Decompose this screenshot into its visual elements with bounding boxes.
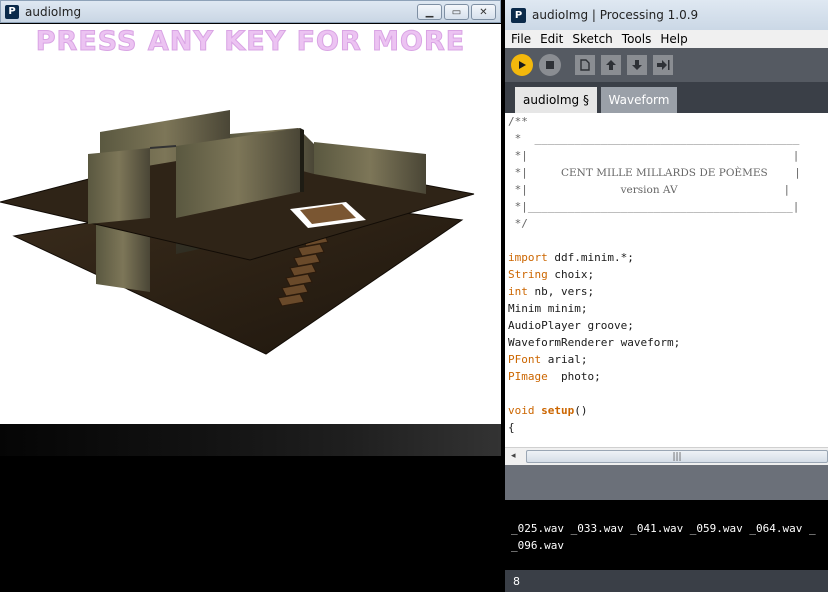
close-icon: ✕ (479, 6, 488, 18)
code-line: /** (508, 115, 528, 128)
new-file-icon (580, 59, 590, 71)
open-icon (606, 60, 616, 70)
code-line: import ddf.minim.*; (508, 251, 634, 268)
keyword-pfont: PFont (508, 353, 542, 366)
processing-app-icon: P (5, 4, 19, 19)
code-token: choix; (547, 268, 595, 281)
code-line: PFont arial; (508, 353, 587, 370)
upper-wall-edge (300, 128, 304, 192)
menu-tools[interactable]: Tools (622, 32, 652, 46)
sketch-window: P audioImg ▁ ▭ ✕ PRESS ANY KEY FOR MORE (0, 0, 501, 592)
minimize-button[interactable]: ▁ (417, 4, 442, 20)
code-line: *| CENT MILLE MILLARDS DE POÈMES | (508, 166, 801, 183)
console-line: _025.wav _033.wav _041.wav _059.wav _064… (511, 522, 816, 535)
close-button[interactable]: ✕ (471, 4, 496, 20)
processing-app-icon: P (511, 7, 526, 23)
upper-wall-left-front (88, 148, 150, 224)
3d-house-scene (0, 110, 475, 355)
sketch-canvas[interactable]: PRESS ANY KEY FOR MORE (0, 24, 501, 424)
ide-titlebar[interactable]: P audioImg | Processing 1.0.9 (505, 0, 828, 30)
ide-toolbar (505, 48, 828, 82)
run-button[interactable] (511, 54, 533, 76)
ide-window-title: audioImg | Processing 1.0.9 (532, 8, 699, 22)
line-number: 8 (513, 574, 520, 588)
code-token: photo; (547, 370, 601, 383)
horizontal-scrollbar[interactable]: ◂ ||| (505, 447, 828, 465)
code-line: PImage photo; (508, 370, 601, 387)
code-token: () (574, 404, 588, 417)
console-line: _096.wav (511, 539, 564, 552)
code-line: * ______________________________________… (508, 132, 800, 145)
tab-audioimg[interactable]: audioImg § (515, 87, 597, 113)
console-output[interactable]: _025.wav _033.wav _041.wav _059.wav _064… (505, 500, 828, 570)
code-line: void setup() (508, 404, 588, 421)
code-token: | (767, 166, 801, 179)
sketch-black-area (0, 456, 501, 592)
keyword-int: int (508, 285, 528, 298)
status-bar (505, 465, 828, 500)
code-line: { (508, 421, 515, 434)
scroll-grip-icon: ||| (672, 451, 682, 462)
code-line: *| | (508, 149, 800, 162)
keyword-import: import (508, 251, 548, 264)
menu-edit[interactable]: Edit (540, 32, 563, 46)
keyword-string: String (508, 268, 548, 281)
code-token: nb, vers; (527, 285, 595, 298)
play-icon (519, 61, 526, 69)
keyword-pimage: PImage (508, 370, 548, 383)
sketch-titlebar[interactable]: P audioImg ▁ ▭ ✕ (0, 0, 501, 23)
save-icon (632, 60, 642, 70)
code-token: arial; (541, 353, 588, 366)
version-text: version AV (620, 184, 678, 196)
open-button[interactable] (601, 55, 621, 75)
scroll-thumb[interactable]: ||| (526, 450, 828, 463)
code-token: | (677, 183, 791, 196)
code-token: ddf.minim.*; (547, 251, 634, 264)
code-line: Minim minim; (508, 302, 588, 315)
press-any-key-banner: PRESS ANY KEY FOR MORE (35, 26, 466, 58)
stop-button[interactable] (539, 54, 561, 76)
code-line: WaveformRenderer waveform; (508, 336, 681, 349)
menu-file[interactable]: File (511, 32, 531, 46)
scroll-left-icon[interactable]: ◂ (511, 451, 516, 461)
function-setup: setup (541, 404, 575, 417)
code-token: *| (508, 166, 561, 179)
code-editor[interactable]: /** * __________________________________… (505, 113, 828, 447)
code-line: */ (508, 217, 528, 230)
code-line: *| version AV | (508, 183, 791, 200)
code-line: *|______________________________________… (508, 200, 800, 213)
menu-sketch[interactable]: Sketch (572, 32, 612, 46)
minimize-icon: ▁ (425, 6, 434, 18)
code-token: *| (508, 183, 621, 196)
export-button[interactable] (653, 55, 673, 75)
new-button[interactable] (575, 55, 595, 75)
export-icon (657, 60, 670, 70)
maximize-button[interactable]: ▭ (444, 4, 469, 20)
background-photo-strip (0, 424, 501, 456)
code-line: String choix; (508, 268, 594, 285)
line-number-bar: 8 (505, 570, 828, 592)
ide-tab-bar: audioImg § Waveform (505, 82, 828, 113)
menu-bar: File Edit Sketch Tools Help (505, 30, 828, 48)
stop-icon (546, 61, 554, 69)
code-line: int nb, vers; (508, 285, 594, 302)
save-button[interactable] (627, 55, 647, 75)
menu-help[interactable]: Help (660, 32, 687, 46)
code-line: AudioPlayer groove; (508, 319, 634, 332)
processing-ide-window: P audioImg | Processing 1.0.9 File Edit … (505, 0, 828, 592)
maximize-icon: ▭ (451, 6, 462, 18)
keyword-void: void (508, 404, 535, 417)
window-controls: ▁ ▭ ✕ (417, 4, 496, 20)
sketch-window-title: audioImg (25, 4, 82, 19)
tab-waveform[interactable]: Waveform (601, 87, 677, 113)
poem-title: CENT MILLE MILLARDS DE POÈMES (560, 167, 768, 179)
